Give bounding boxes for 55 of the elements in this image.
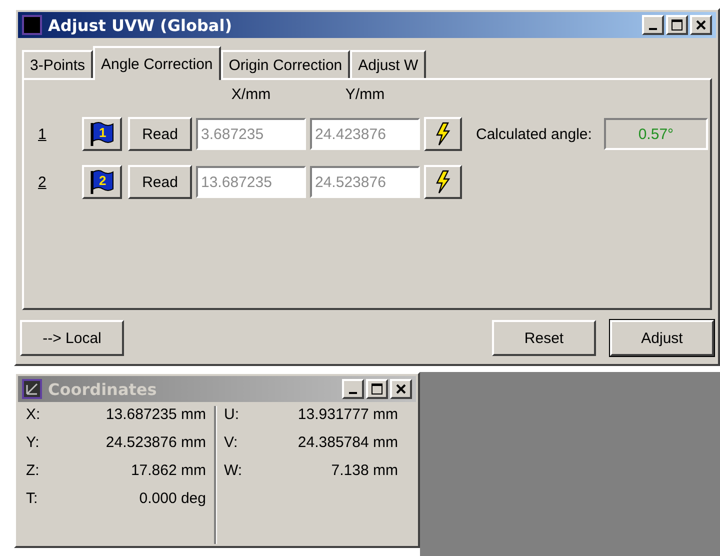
coordinate-value: 24.385784 mm	[296, 434, 398, 451]
maximize-icon	[371, 383, 383, 395]
window-title: Adjust UVW (Global)	[48, 16, 234, 34]
coordinate-label: T:	[26, 490, 39, 507]
dialog-button[interactable]: Adjust	[610, 320, 714, 356]
window-title: Coordinates	[48, 380, 158, 398]
minimize-icon	[649, 28, 657, 30]
close-button[interactable]	[390, 379, 412, 399]
coordinate-label: U:	[224, 406, 240, 423]
lightning-icon	[434, 122, 452, 146]
axes-icon	[22, 379, 42, 399]
row-number: 2	[37, 174, 48, 190]
read-button[interactable]: Read	[128, 165, 192, 199]
maximize-button[interactable]	[666, 15, 688, 35]
tab[interactable]: Adjust W	[350, 50, 426, 78]
coordinate-label: W:	[224, 462, 244, 479]
coordinate-value: 0.000 deg	[138, 490, 206, 507]
flag-number: 2	[99, 173, 106, 188]
lightning-icon	[434, 170, 452, 194]
angle-value: 0.57°	[604, 118, 708, 150]
close-icon	[395, 383, 407, 395]
maximize-button[interactable]	[366, 379, 388, 399]
column-header: X/mm	[230, 86, 272, 103]
lightning-button[interactable]	[424, 117, 462, 151]
minimize-button[interactable]	[342, 379, 364, 399]
close-button[interactable]	[690, 15, 712, 35]
calculated-angle-label: Calculated angle:	[475, 126, 593, 142]
coordinate-label: Z:	[26, 462, 40, 479]
minimize-icon	[349, 392, 357, 394]
coordinate-value: 7.138 mm	[330, 462, 398, 479]
coordinate-label: V:	[224, 434, 239, 451]
dialog-button[interactable]: --> Local	[20, 320, 124, 356]
column-header: Y/mm	[344, 86, 386, 103]
maximize-icon	[671, 19, 683, 31]
window-icon	[22, 15, 42, 35]
read-button[interactable]: Read	[128, 117, 192, 151]
tab[interactable]: Angle Correction	[93, 46, 221, 80]
close-icon	[695, 19, 707, 31]
dialog-button[interactable]: Reset	[492, 320, 596, 356]
flag-icon	[89, 121, 115, 147]
coordinate-value: 17.862 mm	[130, 462, 206, 479]
coordinate-value: 24.523876 mm	[104, 434, 206, 451]
coordinate-value: 13.687235 mm	[104, 406, 206, 423]
flag-number: 1	[99, 125, 106, 140]
flag-icon	[89, 169, 115, 195]
flag-button[interactable]: 1	[82, 117, 122, 151]
minimize-button[interactable]	[642, 15, 664, 35]
tab[interactable]: Origin Correction	[220, 50, 350, 78]
tab[interactable]: 3-Points	[22, 50, 94, 78]
coordinate-label: Y:	[26, 434, 40, 451]
coordinate-value: 13.931777 mm	[296, 406, 398, 423]
row-number: 1	[37, 126, 48, 142]
coordinate-label: X:	[26, 406, 42, 423]
flag-button[interactable]: 2	[82, 165, 122, 199]
lightning-button[interactable]	[424, 165, 462, 199]
